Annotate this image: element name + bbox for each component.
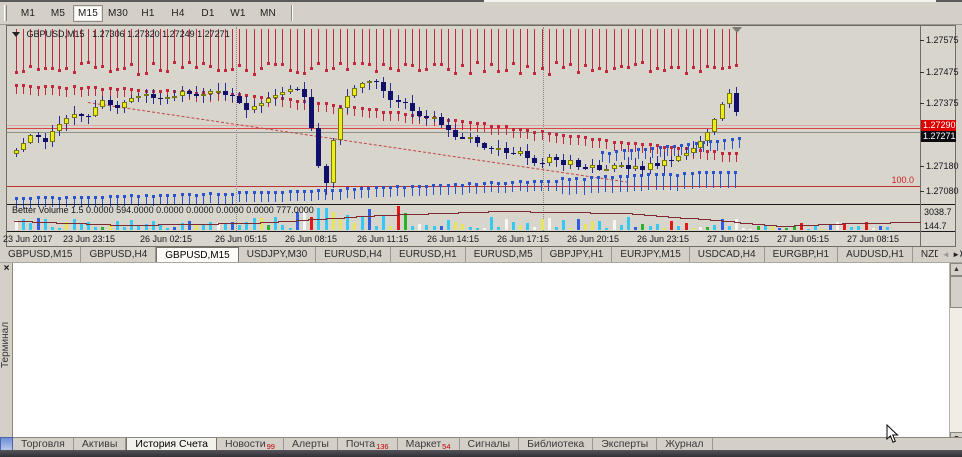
fibonacci-level-label: 100.0 xyxy=(891,175,914,185)
chart-tab-eurusd-h4[interactable]: EURUSD,H4 xyxy=(316,247,391,263)
terminal-close-icon[interactable]: × xyxy=(1,264,12,275)
chart-tab-usdcad-h4[interactable]: USDCAD,H4 xyxy=(690,247,765,263)
chart-tab-usdjpy-m30[interactable]: USDJPY,M30 xyxy=(239,247,316,263)
timeframe-button-m15[interactable]: M15 xyxy=(73,5,103,22)
timeframe-button-h4[interactable]: H4 xyxy=(163,5,193,22)
timeframe-buttons-group: M1M5M15M30H1H4D1W1MN xyxy=(13,5,283,22)
terminal-tabs-bar: ТорговляАктивыИстория СчетаНовости99Алер… xyxy=(13,437,962,450)
timeframe-button-m30[interactable]: M30 xyxy=(103,5,133,22)
toolbar-separator xyxy=(291,5,293,21)
terminal-tab-label: Новости xyxy=(225,438,266,450)
chart-tab-eurgbp-h1[interactable]: EURGBP,H1 xyxy=(765,247,839,263)
timeframe-button-h1[interactable]: H1 xyxy=(133,5,163,22)
table-scrollbar[interactable]: ▲ ▼ xyxy=(949,263,962,448)
ask-price-box: 1.27290 xyxy=(921,120,956,131)
scroll-right-icon[interactable]: ► xyxy=(952,250,960,259)
chart-tab-gbpusd-m15[interactable]: GBPUSD,M15 xyxy=(0,247,81,263)
chart-tab-audusd-h1[interactable]: AUDUSD,H1 xyxy=(838,247,913,263)
chart-tabs-bar: GBPUSD,M15GBPUSD,H4GBPUSD,M15USDJPY,M30E… xyxy=(0,247,962,263)
chart-tab-gbpusd-m15[interactable]: GBPUSD,M15 xyxy=(156,247,238,263)
chart-shift-marker-icon[interactable] xyxy=(732,27,742,33)
terminal-tab-label: Журнал xyxy=(665,438,703,450)
toolbar-grip-handle[interactable] xyxy=(4,5,7,21)
chart-tabs-scroll[interactable]: ◄ ► xyxy=(938,250,960,259)
terminal-panel: ОрдерВремяТипОбъемСимволЦенаS / LT / PВр… xyxy=(0,263,962,437)
chart-tab-eurjpy-m15[interactable]: EURJPY,M15 xyxy=(612,247,689,263)
terminal-tab-label: Торговля xyxy=(21,438,65,450)
terminal-tab-label: История Счета xyxy=(135,438,208,450)
timeframe-button-m5[interactable]: M5 xyxy=(43,5,73,22)
terminal-tab-label: Почта xyxy=(346,438,375,450)
scrollbar-thumb[interactable] xyxy=(950,276,962,308)
timeframe-button-w1[interactable]: W1 xyxy=(223,5,253,22)
scrollbar-up-icon[interactable]: ▲ xyxy=(950,263,962,276)
chart-title: GBPUSD,M15 1.27306 1.27320 1.27249 1.272… xyxy=(12,29,230,39)
chart-dropdown-icon[interactable] xyxy=(12,32,20,37)
terminal-side-tab[interactable]: Терминал xyxy=(0,290,13,400)
scroll-left-icon[interactable]: ◄ xyxy=(942,250,950,259)
terminal-tab-label: Эксперты xyxy=(601,438,648,450)
chart-ohlc-values: 1.27306 1.27320 1.27249 1.27271 xyxy=(92,29,230,39)
timeframes-toolbar: M1M5M15M30H1H4D1W1MN xyxy=(0,2,962,25)
timeframe-button-m1[interactable]: M1 xyxy=(13,5,43,22)
terminal-tab-label: Сигналы xyxy=(468,438,511,450)
timeframe-button-d1[interactable]: D1 xyxy=(193,5,223,22)
chart-tab-eurusd-m5[interactable]: EURUSD,M5 xyxy=(466,247,542,263)
terminal-tab-label: Активы xyxy=(82,438,118,450)
terminal-tab-label: Алерты xyxy=(292,438,329,450)
timeframe-button-mn[interactable]: MN xyxy=(253,5,283,22)
chart-symbol-period: GBPUSD,M15 xyxy=(27,29,85,39)
terminal-tab-label: Маркет xyxy=(406,438,442,450)
chart-tab-gbpjpy-h1[interactable]: GBPJPY,H1 xyxy=(542,247,613,263)
mt4-terminal-window: M1M5M15M30H1H4D1W1MN 1.275751.274751.273… xyxy=(0,0,962,457)
chart-tab-gbpusd-h4[interactable]: GBPUSD,H4 xyxy=(81,247,156,263)
indicator-label: Better Volume 1.5 0.0000 594.0000 0.0000… xyxy=(12,205,314,215)
chart-tab-eurusd-h1[interactable]: EURUSD,H1 xyxy=(391,247,466,263)
status-bar xyxy=(0,450,962,457)
mouse-cursor-icon xyxy=(886,424,900,449)
terminal-tab-label: Библиотека xyxy=(527,438,584,450)
bid-price-box: 1.27271 xyxy=(921,131,956,142)
